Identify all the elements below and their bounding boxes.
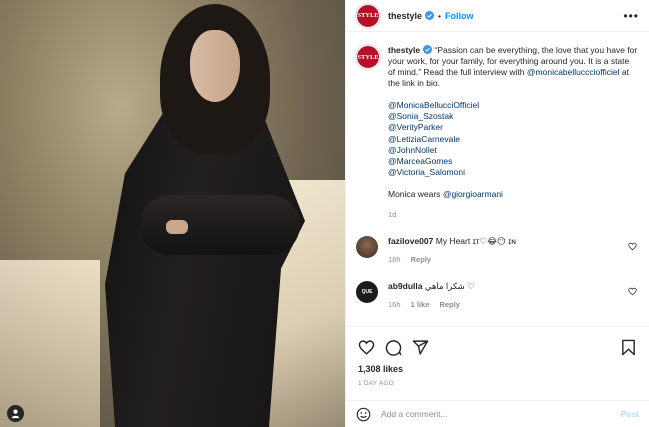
separator-dot: • <box>438 10 441 21</box>
comment-body: fazilove007 My Heart ɪᴛ♡😂😶 ɪɴ 18h Reply <box>388 236 628 265</box>
post-actions: 1,308 likes 1 DAY AGO <box>346 326 649 387</box>
comment-meta: 18h Reply <box>388 254 628 265</box>
caption-timestamp[interactable]: 1d <box>388 209 638 220</box>
caption-tags: @MonicaBellucciOfficiel @Sonia_Szostak @… <box>388 100 638 178</box>
share-plane-icon[interactable] <box>412 339 429 356</box>
post-age[interactable]: 1 DAY AGO <box>358 380 639 387</box>
caption-mention[interactable]: @monicabelluccciofficiel <box>527 67 620 77</box>
comment-username[interactable]: fazilove007 <box>388 236 433 246</box>
comment-item: fazilove007 My Heart ɪᴛ♡😂😶 ɪɴ 18h Reply <box>356 236 639 265</box>
comment-body: ab9dulla شكرا ماهي ♡ 16h 1 like Reply <box>388 281 628 310</box>
tag-link[interactable]: @Sonia_Szostak <box>388 111 638 122</box>
photo-arms <box>140 195 300 255</box>
comment-time[interactable]: 16h <box>388 300 401 309</box>
comment-time[interactable]: 18h <box>388 255 401 264</box>
like-comment-heart-icon[interactable] <box>628 287 637 296</box>
tag-link[interactable]: @VerityParker <box>388 122 638 133</box>
verified-badge-icon <box>423 45 433 54</box>
comment-avatar[interactable]: QUE <box>356 281 378 304</box>
likes-count[interactable]: 1,308 likes <box>358 364 639 374</box>
like-comment-heart-icon[interactable] <box>628 242 637 251</box>
emoji-icon[interactable] <box>356 407 371 422</box>
comment-username[interactable]: ab9dulla <box>388 281 422 291</box>
comments-area[interactable]: STYLE thestyle “Passion can be everythin… <box>346 33 649 326</box>
tag-link[interactable]: @JohnNollet <box>388 145 638 156</box>
comment-text: My Heart ɪᴛ♡😂😶 ɪɴ <box>435 236 517 247</box>
photo-light-area-left <box>0 260 100 427</box>
tag-link[interactable]: @MarceaGomes <box>388 156 638 167</box>
tagged-users-icon[interactable] <box>7 405 24 422</box>
photo-hand <box>166 220 188 234</box>
caption-author-avatar[interactable]: STYLE <box>356 45 380 69</box>
author-avatar[interactable]: STYLE <box>356 3 380 28</box>
tag-link[interactable]: @Victoria_Salomoni <box>388 167 638 178</box>
comment-meta: 16h 1 like Reply <box>388 299 628 310</box>
reply-button[interactable]: Reply <box>439 300 459 309</box>
caption: STYLE thestyle “Passion can be everythin… <box>356 45 639 220</box>
comment-item: QUE ab9dulla شكرا ماهي ♡ 16h 1 like Repl… <box>356 281 639 310</box>
author-username[interactable]: thestyle <box>388 11 422 21</box>
more-options-icon[interactable]: ••• <box>623 9 639 23</box>
post-header: STYLE thestyle • Follow ••• <box>346 0 649 32</box>
caption-wears: Monica wears @giorgioarmani <box>388 189 638 200</box>
verified-badge-icon <box>425 11 435 20</box>
comment-likes[interactable]: 1 like <box>411 300 430 309</box>
post-comment-button[interactable]: Post <box>621 409 639 419</box>
tag-link[interactable]: @LetiziaCarnevale <box>388 134 638 145</box>
comment-avatar[interactable] <box>356 236 378 259</box>
action-icons <box>358 337 639 357</box>
comment-bubble-icon[interactable] <box>385 339 402 356</box>
like-heart-icon[interactable] <box>358 339 375 356</box>
follow-button[interactable]: Follow <box>445 11 474 21</box>
post-photo[interactable] <box>0 0 345 427</box>
caption-wears-text: Monica wears <box>388 189 443 200</box>
wears-mention[interactable]: @giorgioarmani <box>443 189 503 199</box>
reply-button[interactable]: Reply <box>411 255 431 264</box>
post-panel: STYLE thestyle • Follow ••• STYLE thesty… <box>345 0 649 427</box>
tag-link[interactable]: @MonicaBellucciOfficiel <box>388 100 638 111</box>
add-comment-input[interactable] <box>381 409 621 419</box>
comment-text: شكرا ماهي ♡ <box>424 281 475 292</box>
add-comment-bar: Post <box>346 400 649 427</box>
caption-text: thestyle “Passion can be everything, the… <box>388 45 638 220</box>
photo-face <box>190 30 240 102</box>
caption-username[interactable]: thestyle <box>388 45 420 55</box>
bookmark-icon[interactable] <box>620 339 637 356</box>
